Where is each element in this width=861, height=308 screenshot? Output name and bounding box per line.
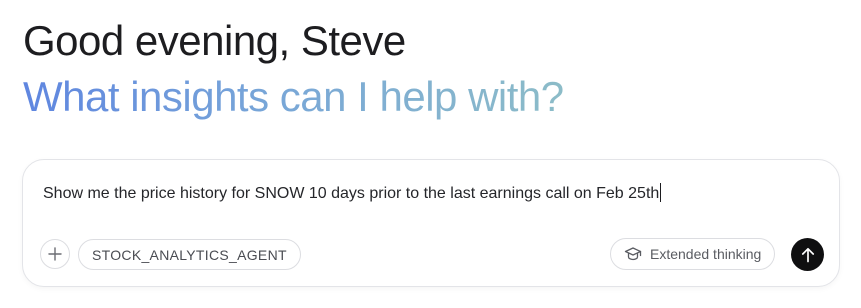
prompt-input[interactable]: Show me the price history for SNOW 10 da… xyxy=(43,183,662,204)
graduation-cap-icon xyxy=(624,246,642,262)
prompt-composer: Show me the price history for SNOW 10 da… xyxy=(22,159,840,287)
chat-home: Good evening, Steve What insights can I … xyxy=(0,0,861,308)
arrow-up-icon xyxy=(801,247,815,263)
greeting-heading: Good evening, Steve xyxy=(23,17,406,64)
agent-selector-chip[interactable]: STOCK_ANALYTICS_AGENT xyxy=(78,239,301,270)
add-attachment-button[interactable] xyxy=(40,239,70,269)
extended-thinking-toggle[interactable]: Extended thinking xyxy=(610,238,776,270)
agent-chip-label: STOCK_ANALYTICS_AGENT xyxy=(92,246,287,263)
extended-thinking-label: Extended thinking xyxy=(650,246,762,262)
text-caret xyxy=(660,183,662,202)
send-button[interactable] xyxy=(791,238,824,271)
prompt-input-value: Show me the price history for SNOW 10 da… xyxy=(43,185,660,202)
plus-icon xyxy=(48,247,62,261)
subtitle-heading: What insights can I help with? xyxy=(23,70,564,124)
